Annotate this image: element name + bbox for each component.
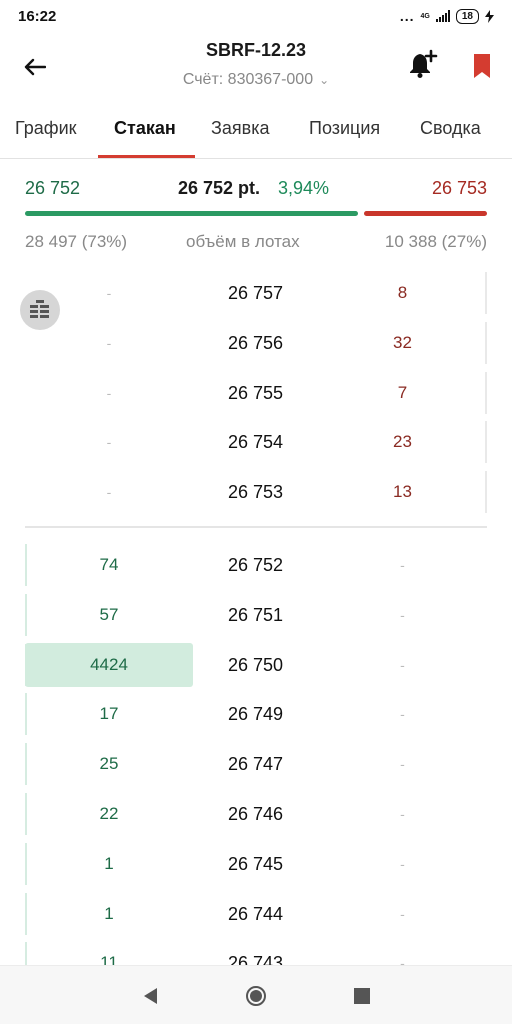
charging-icon xyxy=(485,9,494,23)
tab-order-book[interactable]: Стакан xyxy=(114,118,176,139)
nav-back-icon[interactable] xyxy=(141,986,159,1006)
bid-row[interactable]: 17 26 749 - xyxy=(25,689,487,739)
bid-volume-bar xyxy=(25,211,358,216)
price-level: 26 746 xyxy=(227,804,284,824)
price-level: 26 745 xyxy=(227,853,284,874)
bid-quantity: - xyxy=(106,484,112,501)
ask-quantity: - xyxy=(400,855,405,872)
ask-quantity: 32 xyxy=(393,332,412,352)
bid-row[interactable]: 22 26 746 - xyxy=(25,789,487,839)
system-nav-bar xyxy=(0,965,512,1024)
bid-quantity: 1 xyxy=(104,903,114,923)
bid-quantity: 4424 xyxy=(90,654,128,674)
ask-row[interactable]: - 26 754 23 xyxy=(25,417,487,467)
nav-recent-icon[interactable] xyxy=(354,988,370,1004)
bid-quantity: 57 xyxy=(99,604,119,624)
bell-add-icon xyxy=(410,49,438,78)
bid-row[interactable]: 11 26 743 - xyxy=(25,938,487,965)
nav-home-icon[interactable] xyxy=(245,985,267,1007)
ask-quantity: - xyxy=(400,756,405,773)
price-level: 26 750 xyxy=(227,654,284,675)
bid-volume: 28 497 (73%) xyxy=(25,232,128,251)
tab-bar: График Стакан Заявка Позиция Сводка xyxy=(0,104,512,159)
ask-row[interactable]: -26 757 8 xyxy=(25,270,487,318)
header: SBRF-12.23 Счёт: 830367-000 ⌄ xyxy=(0,34,512,102)
status-icons: ... 4G 18 xyxy=(400,8,494,24)
active-tab-indicator xyxy=(98,155,195,158)
bookmark-icon xyxy=(474,54,490,78)
best-ask-price: 26 753 xyxy=(431,178,487,198)
tab-summary[interactable]: Сводка xyxy=(420,118,481,139)
bid-row[interactable]: 4424 26 750 - xyxy=(25,640,487,690)
market-summary: 26 752 26 752 pt. 3,94% 26 753 28 497 (7… xyxy=(0,160,512,270)
last-price: 26 752 pt. xyxy=(178,178,261,198)
bid-quantity: - xyxy=(106,384,112,401)
bid-quantity: 74 xyxy=(99,555,119,574)
bid-quantity: 22 xyxy=(99,804,119,823)
ask-quantity: - xyxy=(400,606,405,623)
book-layout-button[interactable] xyxy=(20,290,60,330)
order-book[interactable]: - 26 757 8 - 26 756 32 - 26 755 7 - 26 754 23 - 26 75… xyxy=(0,270,512,965)
bid-row[interactable]: 74 26 752 - xyxy=(25,540,487,590)
bid-row[interactable]: 1 26 745 - xyxy=(25,839,487,889)
grid-list-icon xyxy=(30,300,49,318)
add-alert-button[interactable] xyxy=(406,48,440,82)
price-change: 3,94% xyxy=(278,178,330,198)
signal-icon xyxy=(435,10,450,22)
ask-quantity: - xyxy=(400,905,405,922)
notification-dots: ... xyxy=(399,8,415,24)
ask-quantity: - xyxy=(400,706,405,723)
ask-quantity: - xyxy=(400,806,405,822)
volume-label: объём в лотах xyxy=(186,232,300,251)
tab-chart[interactable]: График xyxy=(15,118,77,139)
bookmark-button[interactable] xyxy=(468,50,496,82)
price-level: 26 757 xyxy=(227,283,284,303)
status-time: 16:22 xyxy=(18,8,57,25)
price-level: 26 751 xyxy=(227,604,284,625)
ask-quantity: 13 xyxy=(393,482,412,502)
battery-icon: 18 xyxy=(455,8,479,24)
chevron-down-icon: ⌄ xyxy=(319,73,330,87)
bid-quantity: 25 xyxy=(99,754,119,774)
price-level: 26 753 xyxy=(227,482,284,503)
network-type: 4G xyxy=(420,12,430,20)
bid-row[interactable]: 1 26 744 - xyxy=(25,889,487,939)
price-level: 26 743 xyxy=(227,953,284,965)
ask-row[interactable]: - 26 755 7 xyxy=(25,368,487,418)
ask-quantity: 8 xyxy=(397,283,408,302)
tab-position[interactable]: Позиция xyxy=(309,118,380,139)
spread-divider xyxy=(25,526,487,528)
bid-row[interactable]: 57 26 751 - xyxy=(25,590,487,640)
bid-quantity: 17 xyxy=(99,704,119,724)
best-bid-price: 26 752 xyxy=(25,178,81,198)
account-label: Счёт: 830367-000 xyxy=(182,71,314,88)
bid-row[interactable]: 25 26 747 - xyxy=(25,739,487,789)
ask-row[interactable]: -26 756 32 xyxy=(25,318,487,368)
price-level: 26 754 xyxy=(227,432,284,453)
ask-quantity: - xyxy=(400,557,405,573)
price-level: 26 747 xyxy=(227,754,284,775)
price-level: 26 749 xyxy=(227,704,284,725)
ask-quantity: - xyxy=(400,955,405,965)
bid-quantity: 1 xyxy=(104,853,114,873)
ask-volume-bar xyxy=(364,211,487,216)
ask-quantity: 7 xyxy=(397,382,408,402)
tab-order[interactable]: Заявка xyxy=(211,118,269,139)
bid-quantity: 11 xyxy=(100,953,118,965)
ask-quantity: - xyxy=(400,656,405,673)
price-level: 26 756 xyxy=(227,332,284,353)
ask-row[interactable]: - 26 753 13 xyxy=(25,467,487,517)
price-level: 26 755 xyxy=(227,382,284,403)
bid-quantity: - xyxy=(106,434,112,451)
price-level: 26 744 xyxy=(227,903,284,924)
ask-volume: 10 388 (27%) xyxy=(384,232,487,251)
ask-quantity: 23 xyxy=(393,432,412,452)
status-bar: 16:22 ... 4G 18 xyxy=(0,0,512,34)
price-level: 26 752 xyxy=(227,555,284,575)
